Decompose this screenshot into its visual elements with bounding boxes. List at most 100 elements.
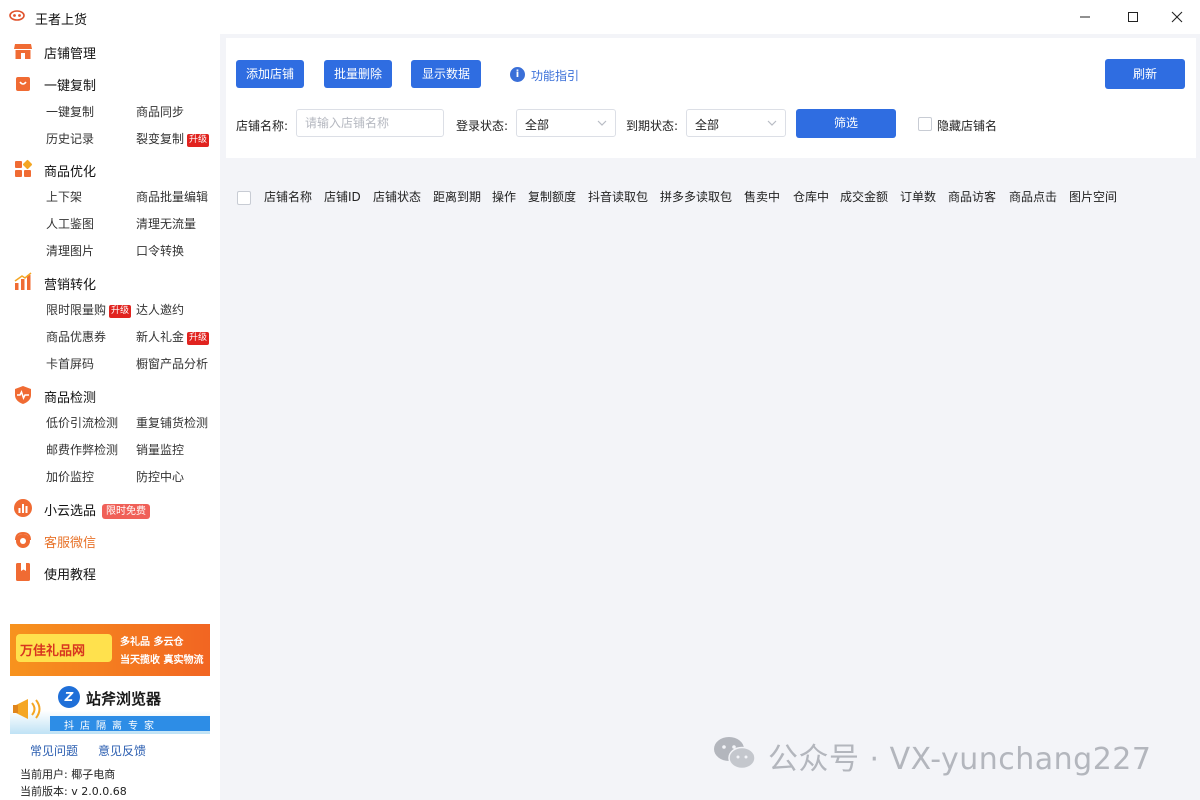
column-header: 商品访客 (948, 190, 997, 204)
sidebar-item-coupons[interactable]: 商品优惠券 (46, 328, 106, 346)
sidebar-item-clean-no-traffic[interactable]: 清理无流量 (136, 215, 196, 233)
minimize-button[interactable] (1070, 6, 1100, 28)
sidebar-section-product-check[interactable]: 商品检测 (0, 381, 220, 407)
sidebar-item-first-screen-code[interactable]: 卡首屏码 (46, 355, 94, 373)
sidebar-section-label: 店铺管理 (44, 47, 97, 62)
sidebar-item-manual-image-check[interactable]: 人工鉴图 (46, 215, 94, 233)
maximize-button[interactable] (1118, 6, 1148, 28)
sidebar-section-marketing[interactable]: 营销转化 (0, 268, 220, 294)
column-header: 抖音读取包 (588, 190, 649, 204)
close-button[interactable] (1162, 6, 1192, 28)
sidebar-item-history[interactable]: 历史记录 (46, 130, 94, 148)
maximize-icon (1128, 12, 1138, 22)
sidebar-item-flash-sale[interactable]: 限时限量购 升级 (46, 301, 132, 319)
faq-link[interactable]: 常见问题 (30, 742, 78, 759)
add-store-button[interactable]: 添加店铺 (236, 60, 304, 88)
feedback-link[interactable]: 意见反馈 (98, 742, 146, 759)
app-logo-icon (9, 10, 25, 21)
sidebar-item-product-sync[interactable]: 商品同步 (136, 103, 184, 121)
zhanfu-slogan-bar: 抖店隔离专家 (50, 716, 210, 732)
info-icon: i (510, 67, 525, 82)
sidebar-item-new-user-gift[interactable]: 新人礼金 升级 (136, 328, 210, 346)
select-all-checkbox[interactable] (237, 191, 251, 205)
zhanfu-banner-name: 站斧浏览器 (86, 690, 162, 708)
bookmark-book-icon (16, 563, 30, 581)
column-header: 店铺状态 (373, 190, 422, 204)
column-header: 图片空间 (1069, 190, 1118, 204)
login-status-label: 登录状态: (456, 119, 509, 133)
hide-store-name-checkbox[interactable] (918, 117, 932, 131)
login-status-value: 全部 (525, 118, 550, 132)
sidebar-item-listing[interactable]: 上下架 (46, 188, 82, 206)
expire-status-select[interactable]: 全部 (686, 109, 786, 137)
sidebar-item-showcase-analysis[interactable]: 橱窗产品分析 (136, 355, 208, 373)
batch-delete-button[interactable]: 批量删除 (324, 60, 392, 88)
sidebar-item-label: 裂变复制 (136, 132, 185, 146)
wanjia-banner-line2: 当天揽收 真实物流 (120, 655, 204, 666)
analytics-circle-icon (14, 499, 32, 517)
zhanfu-browser-banner[interactable]: Z 站斧浏览器 抖店隔离专家 (10, 682, 210, 734)
sidebar-section-label: 使用教程 (44, 568, 97, 583)
chevron-down-icon (767, 120, 777, 126)
column-header: 商品点击 (1009, 190, 1058, 204)
megaphone-icon (13, 699, 41, 719)
sidebar-section-label: 客服微信 (44, 536, 97, 551)
close-icon (1171, 11, 1183, 23)
sidebar-section-customer-service-wechat[interactable]: 客服微信 (0, 526, 220, 552)
feature-guide-label: 功能指引 (531, 69, 580, 83)
login-status-select[interactable]: 全部 (516, 109, 616, 137)
shopping-bag-icon (16, 77, 30, 91)
sidebar-section-product-optimization[interactable]: 商品优化 (0, 155, 220, 181)
column-header: 仓库中 (793, 190, 830, 204)
sidebar-item-markup-monitor[interactable]: 加价监控 (46, 468, 94, 486)
column-header: 成交金额 (840, 190, 889, 204)
wanjia-gift-banner[interactable]: 万佳礼品网 多礼品 多云仓 当天揽收 真实物流 (10, 624, 210, 676)
store-name-input[interactable] (296, 109, 444, 137)
sidebar-item-postage-fraud-check[interactable]: 邮费作弊检测 (46, 441, 118, 459)
bar-chart-icon (14, 272, 32, 290)
upgrade-badge: 升级 (187, 332, 210, 345)
sidebar-section-tutorial[interactable]: 使用教程 (0, 558, 220, 584)
sidebar-item-risk-center[interactable]: 防控中心 (136, 468, 184, 486)
store-name-label: 店铺名称: (236, 119, 289, 133)
window-title: 王者上货 (35, 13, 88, 28)
sidebar-item-fission-copy[interactable]: 裂变复制 升级 (136, 130, 210, 148)
sidebar-item-one-click-copy[interactable]: 一键复制 (46, 103, 94, 121)
zhanfu-logo: Z (58, 686, 80, 708)
wechat-icon (714, 737, 756, 770)
sidebar-item-influencer-invite[interactable]: 达人邀约 (136, 301, 184, 319)
sidebar-item-duplicate-check[interactable]: 重复铺货检测 (136, 414, 208, 432)
current-user: 当前用户: 椰子电商 (20, 768, 116, 781)
store-icon (14, 44, 32, 59)
sidebar-section-one-click-copy[interactable]: 一键复制 (0, 69, 220, 95)
sidebar-item-low-price-check[interactable]: 低价引流检测 (46, 414, 118, 432)
current-version: 当前版本: v 2.0.0.68 (20, 785, 127, 798)
sidebar: 店铺管理 一键复制 一键复制 商品同步 历史记录 裂变复制 升级 商品优化 上下架… (0, 34, 220, 800)
limited-free-badge: 限时免费 (102, 504, 151, 519)
watermark-text: 公众号 · VX-yunchang227 (768, 742, 1152, 777)
headset-icon (15, 531, 31, 548)
sidebar-section-label-with-badge: 小云选品 限时免费 (44, 500, 151, 519)
sidebar-item-batch-edit[interactable]: 商品批量编辑 (136, 188, 208, 206)
column-header: 拼多多读取包 (660, 190, 733, 204)
column-header: 店铺名称 (264, 190, 313, 204)
hide-store-name-label: 隐藏店铺名 (937, 119, 998, 133)
show-data-button[interactable]: 显示数据 (411, 60, 481, 88)
column-header: 复制额度 (528, 190, 577, 204)
column-header: 操作 (492, 190, 517, 204)
wanjia-banner-name: 万佳礼品网 (20, 644, 86, 659)
grid-blocks-icon (15, 159, 33, 177)
shield-pulse-icon (15, 386, 31, 404)
sidebar-section-xiaoyun-selection[interactable]: 小云选品 限时免费 (0, 494, 220, 520)
wanjia-banner-line1: 多礼品 多云仓 (120, 637, 184, 648)
sidebar-section-store-management[interactable]: 店铺管理 (0, 37, 220, 63)
sidebar-section-label: 商品检测 (44, 391, 97, 406)
column-header: 售卖中 (744, 190, 781, 204)
sidebar-item-code-convert[interactable]: 口令转换 (136, 242, 184, 260)
sidebar-section-label: 小云选品 (44, 504, 97, 519)
sidebar-item-sales-monitor[interactable]: 销量监控 (136, 441, 184, 459)
upgrade-badge: 升级 (187, 134, 210, 147)
refresh-button[interactable]: 刷新 (1105, 59, 1185, 89)
filter-button[interactable]: 筛选 (796, 109, 896, 138)
sidebar-item-clean-images[interactable]: 清理图片 (46, 242, 94, 260)
